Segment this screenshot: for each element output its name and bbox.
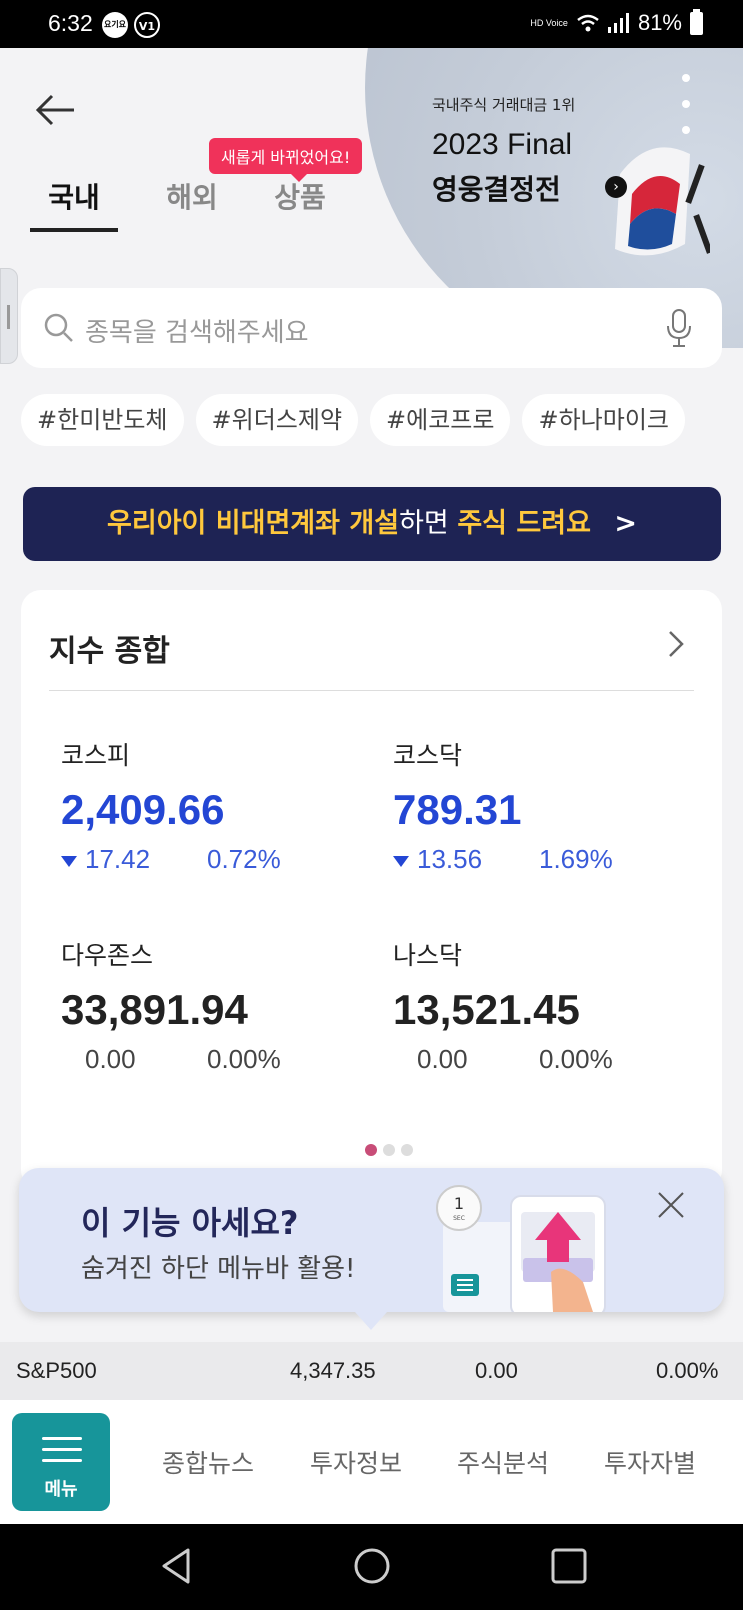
nav-item-investment-info[interactable]: 투자정보 <box>310 1444 402 1480</box>
promo-text: 하면 <box>399 508 458 539</box>
feature-tooltip: 이 기능 아세요? 숨겨진 하단 메뉴바 활용! 1 SEC <box>19 1168 724 1330</box>
market-tabs: 국내 해외 상품 <box>30 176 354 232</box>
change-percent: 1.69% <box>539 844 613 874</box>
notification-badge-icon: 요기요 <box>102 12 128 38</box>
ticker-percent: 0.00% <box>656 1358 719 1383</box>
banner-title-korean[interactable]: 영웅결정전 <box>432 168 561 208</box>
timer-unit: SEC <box>453 1215 465 1222</box>
ticker-name: S&P500 <box>16 1358 97 1383</box>
index-value: 789.31 <box>393 786 522 833</box>
change-amount: 0.00 <box>417 1044 468 1074</box>
microphone-icon[interactable] <box>666 308 692 348</box>
search-input[interactable]: 종목을 검색해주세요 <box>85 312 309 349</box>
divider <box>49 690 694 691</box>
tooltip-title: 이 기능 아세요? <box>81 1204 299 1242</box>
timer-label: 1 <box>454 1194 464 1213</box>
change-percent: 0.72% <box>207 844 281 874</box>
index-kospi[interactable]: 코스피 2,409.66 17.42 0.72% <box>61 736 281 875</box>
hashtag-chip[interactable]: #하나마이크 <box>522 394 685 446</box>
index-kosdaq[interactable]: 코스닥 789.31 13.56 1.69% <box>393 736 613 875</box>
index-dow-jones[interactable]: 다우존스 33,891.94 0.00 0.00% <box>61 936 281 1075</box>
tab-overseas[interactable]: 해외 <box>138 176 246 232</box>
back-triangle-icon[interactable] <box>158 1546 194 1586</box>
index-name: 코스피 <box>61 741 131 770</box>
down-triangle-icon <box>61 855 77 867</box>
menu-button[interactable]: 메뉴 <box>12 1413 110 1511</box>
flag-illustration-icon <box>615 147 710 256</box>
banner-subtitle: 국내주식 거래대금 1위 <box>432 96 576 114</box>
banner-arrow-icon[interactable]: › <box>605 176 627 198</box>
hamburger-icon <box>42 1437 82 1470</box>
index-nasdaq[interactable]: 나스닥 13,521.45 0.00 0.00% <box>393 936 613 1075</box>
ticker-value: 4,347.35 <box>290 1358 376 1383</box>
change-percent: 0.00% <box>539 1044 613 1074</box>
promo-text-highlight-2: 주식 드려요 <box>457 508 591 539</box>
v1-badge-icon: V1 <box>134 12 160 38</box>
page-dot-active <box>365 1144 377 1156</box>
nav-item-news[interactable]: 종합뉴스 <box>162 1444 254 1480</box>
tab-products[interactable]: 상품 <box>246 176 354 232</box>
page-indicator <box>365 1144 413 1156</box>
index-name: 다우존스 <box>61 941 154 970</box>
hashtag-chip[interactable]: #한미반도체 <box>21 394 184 446</box>
hashtag-chip[interactable]: #에코프로 <box>370 394 511 446</box>
phone-tap-illustration-icon: 1 SEC <box>436 1185 606 1312</box>
home-circle-icon[interactable] <box>352 1546 392 1586</box>
index-name: 나스닥 <box>393 941 463 970</box>
card-title[interactable]: 지수 종합 <box>49 626 170 670</box>
status-time: 6:32 <box>48 10 93 36</box>
promo-arrow-icon: > <box>614 508 637 539</box>
side-drawer-handle[interactable] <box>0 268 18 364</box>
hashtag-chips: #한미반도체 #위더스제약 #에코프로 #하나마이크 <box>21 394 722 446</box>
index-value: 2,409.66 <box>61 786 225 833</box>
chevron-right-icon[interactable] <box>666 628 686 660</box>
status-right: HD Voice 81% <box>530 8 703 36</box>
menu-label: 메뉴 <box>44 1479 78 1500</box>
back-arrow-icon[interactable] <box>34 88 78 132</box>
banner-dots-icon <box>682 74 690 152</box>
search-bar[interactable]: 종목을 검색해주세요 <box>21 288 722 368</box>
index-value: 13,521.45 <box>393 986 580 1033</box>
battery-percent: 81% <box>637 10 682 35</box>
page-dot <box>401 1144 413 1156</box>
change-percent: 0.00% <box>207 1044 281 1074</box>
tooltip-subtitle: 숨겨진 하단 메뉴바 활용! <box>81 1254 356 1284</box>
hashtag-chip[interactable]: #위더스제약 <box>195 394 359 446</box>
nav-item-by-investor[interactable]: 투자자별 <box>604 1444 696 1480</box>
status-bar: 6:32 요기요 V1 HD Voice 81% <box>0 0 743 48</box>
index-value: 33,891.94 <box>61 986 248 1033</box>
index-change: 0.00 0.00% <box>393 1044 613 1075</box>
promo-banner[interactable]: 우리아이 비대면계좌 개설하면 주식 드려요 > <box>23 487 721 561</box>
index-ticker[interactable]: S&P500 4,347.35 0.00 0.00% <box>0 1342 743 1400</box>
new-badge: 새롭게 바뀌었어요! <box>209 138 363 182</box>
change-amount: 0.00 <box>85 1044 136 1074</box>
nav-item-stock-analysis[interactable]: 주식분석 <box>457 1444 549 1480</box>
index-change: 0.00 0.00% <box>61 1044 281 1075</box>
system-navigation-bar <box>0 1524 743 1610</box>
close-icon[interactable] <box>656 1190 686 1220</box>
index-change: 13.56 1.69% <box>393 844 613 875</box>
signal-icon <box>607 13 629 33</box>
index-name: 코스닥 <box>393 741 463 770</box>
change-amount: 17.42 <box>85 844 151 874</box>
change-amount: 13.56 <box>417 844 483 874</box>
down-triangle-icon <box>393 855 409 867</box>
page-dot <box>383 1144 395 1156</box>
bottom-navigation: 메뉴 종합뉴스 투자정보 주식분석 투자자별 <box>0 1400 743 1524</box>
index-summary-card: 지수 종합 코스피 2,409.66 17.42 0.72% 코스닥 789.3… <box>21 590 722 1190</box>
battery-icon <box>690 8 703 35</box>
banner-title[interactable]: 2023 Final <box>432 128 572 162</box>
recents-square-icon[interactable] <box>550 1546 588 1586</box>
ticker-change: 0.00 <box>475 1358 518 1383</box>
search-icon <box>44 313 73 342</box>
tab-domestic[interactable]: 국내 <box>30 176 118 232</box>
index-change: 17.42 0.72% <box>61 844 281 875</box>
wifi-icon <box>577 14 599 32</box>
hd-voice-icon: HD Voice <box>530 18 568 28</box>
promo-text-highlight: 우리아이 비대면계좌 개설 <box>107 508 400 539</box>
